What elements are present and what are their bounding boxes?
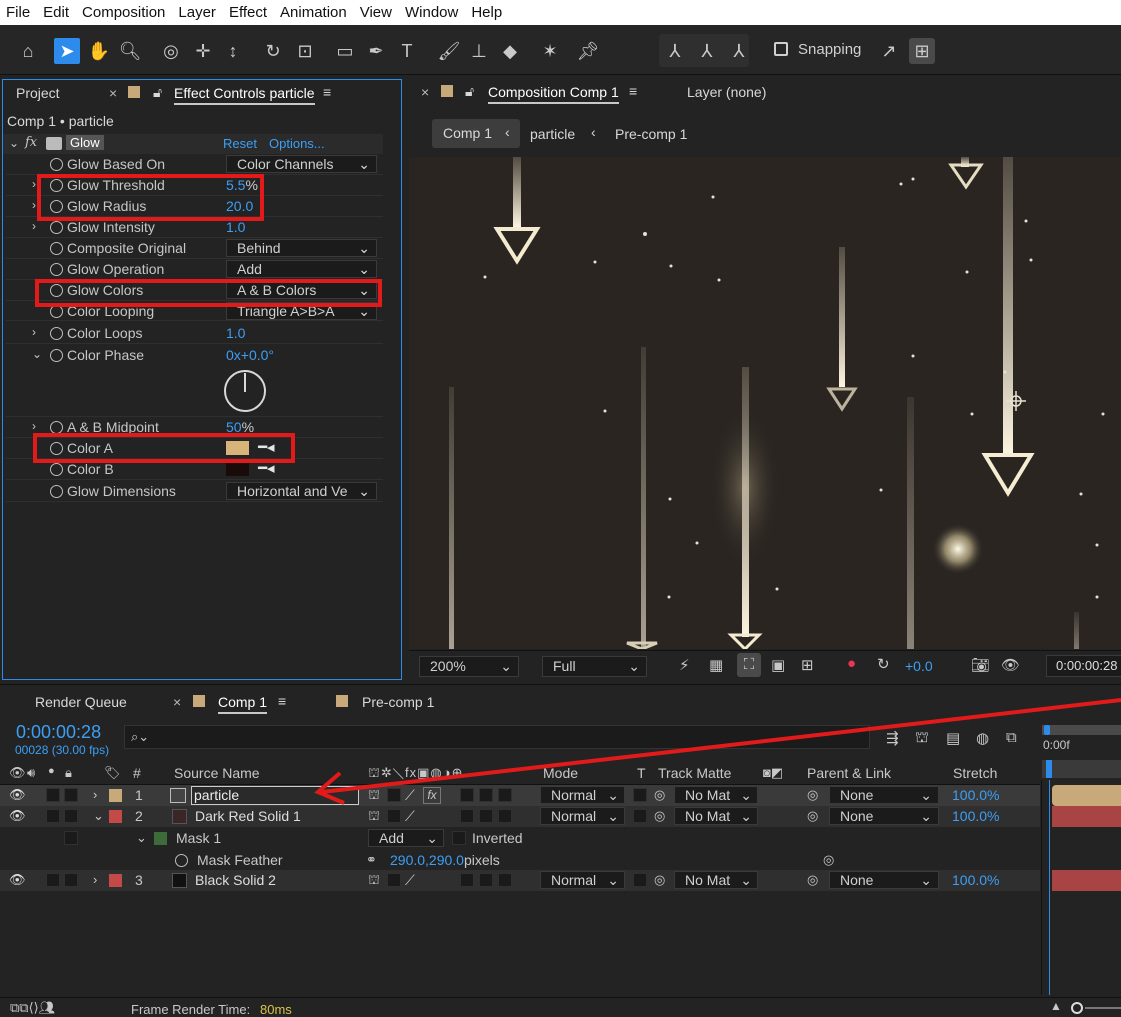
annotation-arrow	[314, 698, 1121, 805]
